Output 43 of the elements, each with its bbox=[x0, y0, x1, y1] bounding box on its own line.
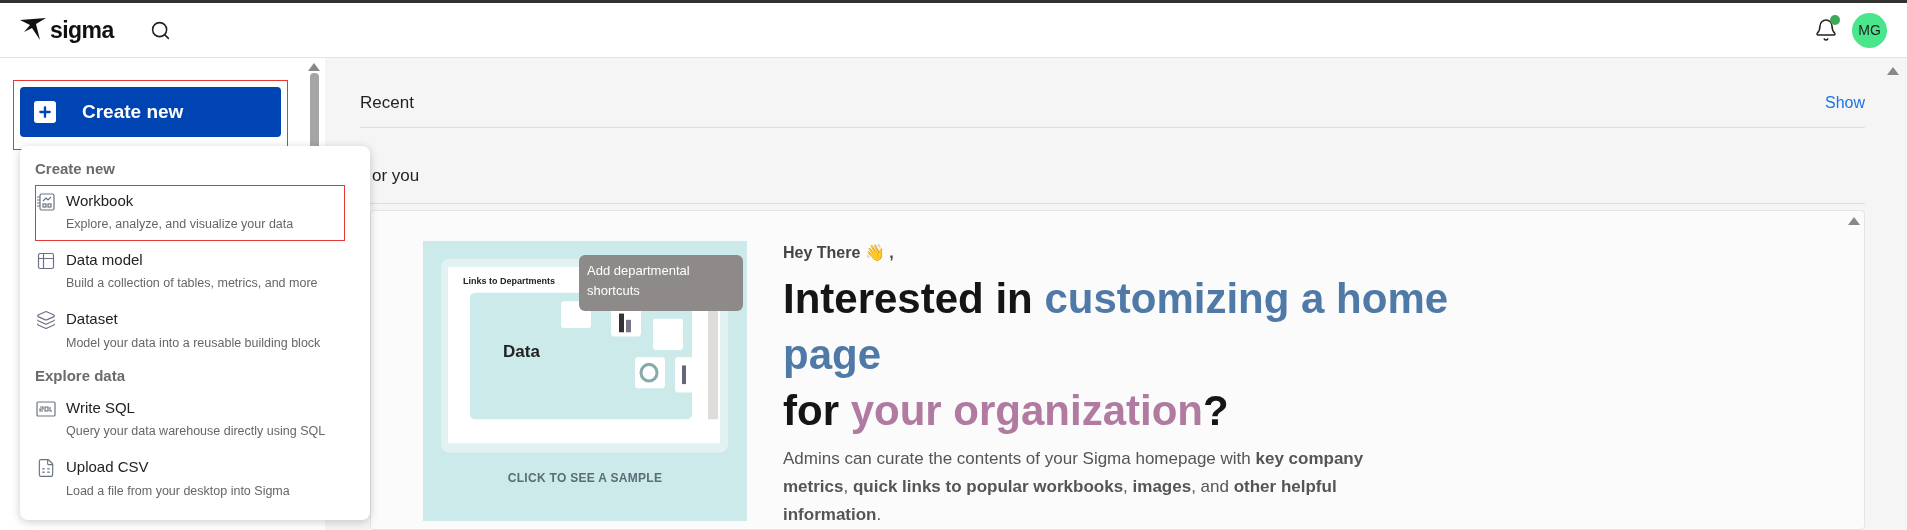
menu-item-title: Dataset bbox=[66, 309, 119, 329]
stack-icon bbox=[36, 310, 56, 330]
scroll-up-arrow-icon[interactable] bbox=[308, 63, 320, 71]
menu-item-description: Query your data warehouse directly using SQL bbox=[66, 423, 326, 441]
sample-thumbnail[interactable]: Links to Departments Add departmental shortcuts Data CLICK TO SEE A SAMPLE bbox=[423, 241, 747, 521]
menu-section-heading: Create new bbox=[35, 159, 117, 179]
menu-item[interactable]: Dataset Model your data into a reusable building block bbox=[35, 303, 345, 360]
menu-item-description: Model your data into a reusable building block bbox=[66, 334, 321, 352]
menu-item[interactable]: Data model Build a collection of tables, metrics, and more bbox=[35, 243, 345, 300]
scroll-up-arrow-icon[interactable] bbox=[1887, 67, 1899, 75]
menu-item[interactable]: Upload CSV Load a file from your desktop into Sigma bbox=[35, 451, 345, 508]
logo-icon bbox=[20, 18, 46, 42]
tooltip-text: Add departmental shortcuts bbox=[587, 262, 691, 300]
user-avatar[interactable]: MG bbox=[1852, 12, 1887, 48]
sample-caption: CLICK TO SEE A SAMPLE bbox=[506, 470, 664, 487]
scroll-up-arrow-icon[interactable] bbox=[1848, 217, 1860, 225]
table-icon bbox=[36, 250, 56, 271]
plus-icon bbox=[34, 101, 56, 123]
section-title: or you bbox=[372, 164, 420, 187]
greeting: Hey There 👋 , bbox=[783, 243, 895, 263]
promo-heading: Interested in customizing a home page for your organization? bbox=[783, 274, 1450, 436]
promo-description: Admins can curate the contents of your Sigma homepage with key company metrics, quick links to popular workbooks, images, and other helpful information. bbox=[783, 448, 1365, 526]
menu-item-description: Explore, analyze, and visualize your data bbox=[66, 216, 294, 233]
menu-item-title: Write SQL bbox=[66, 397, 136, 418]
section-title: Recent bbox=[360, 91, 414, 114]
show-link[interactable]: Show bbox=[1824, 90, 1865, 115]
search-icon[interactable] bbox=[149, 19, 171, 41]
create-new-button[interactable]: Create new bbox=[20, 87, 281, 137]
menu-section-heading: Explore data bbox=[35, 366, 127, 387]
workbook-icon bbox=[36, 191, 56, 212]
menu-item-title: Workbook bbox=[66, 190, 135, 211]
menu-item-title: Upload CSV bbox=[66, 457, 150, 477]
menu-item-title: Data model bbox=[66, 249, 144, 270]
menu-item[interactable]: Workbook Explore, analyze, and visualize your data bbox=[35, 184, 345, 241]
menu-item[interactable]: Write SQL Query your data warehouse directly using SQL bbox=[35, 391, 345, 448]
thumbnail-title: Links to Departments bbox=[463, 275, 556, 288]
sql-icon bbox=[36, 398, 56, 419]
notification-bell-icon[interactable] bbox=[1814, 18, 1838, 42]
logo-text: sigma bbox=[50, 15, 114, 45]
thumbnail-tile-label: Data bbox=[503, 341, 540, 363]
menu-item-description: Load a file from your desktop into Sigma bbox=[66, 482, 290, 500]
csv-file-icon bbox=[36, 458, 56, 478]
menu-item-description: Build a collection of tables, metrics, and more bbox=[66, 275, 318, 293]
